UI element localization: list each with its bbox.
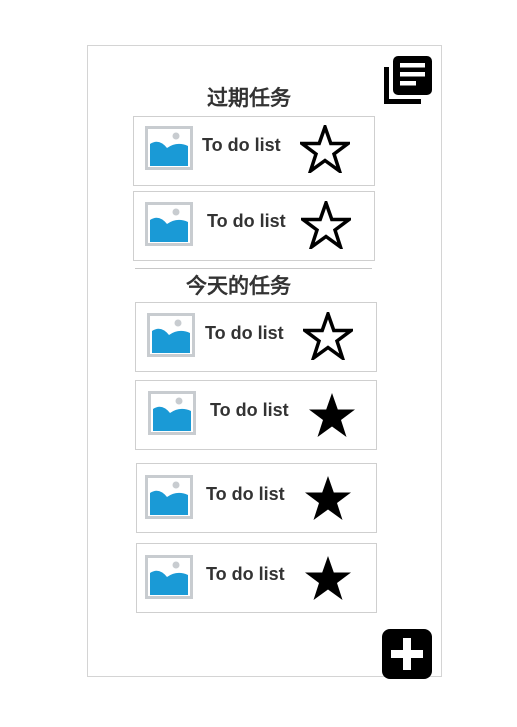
image-placeholder-icon [148,391,196,435]
library-button[interactable] [383,55,433,105]
task-card[interactable]: To do list [136,543,377,613]
overdue-section-title: 过期任务 [207,86,291,110]
image-placeholder-icon [145,475,193,519]
task-label: To do list [205,323,284,343]
star-filled-icon[interactable] [307,391,357,439]
task-label: To do list [206,484,285,504]
task-card[interactable]: To do list [135,302,377,372]
add-task-button[interactable] [382,629,432,679]
star-filled-icon[interactable] [303,554,353,602]
star-outline-icon[interactable] [300,125,350,173]
today-section-title: 今天的任务 [186,274,291,298]
image-placeholder-icon [147,313,195,357]
library-books-icon [384,56,432,104]
section-divider [135,268,372,269]
star-outline-icon[interactable] [301,201,351,249]
image-placeholder-icon [145,202,193,246]
task-card[interactable]: To do list [133,191,375,261]
star-filled-icon[interactable] [303,474,353,522]
task-card[interactable]: To do list [135,380,377,450]
image-placeholder-icon [145,126,193,170]
task-label: To do list [206,564,285,584]
task-card[interactable]: To do list [133,116,375,186]
task-label: To do list [210,400,289,420]
star-outline-icon[interactable] [303,312,353,360]
add-icon [382,629,432,679]
task-label: To do list [202,135,281,155]
task-card[interactable]: To do list [136,463,377,533]
image-placeholder-icon [145,555,193,599]
task-label: To do list [207,211,286,231]
